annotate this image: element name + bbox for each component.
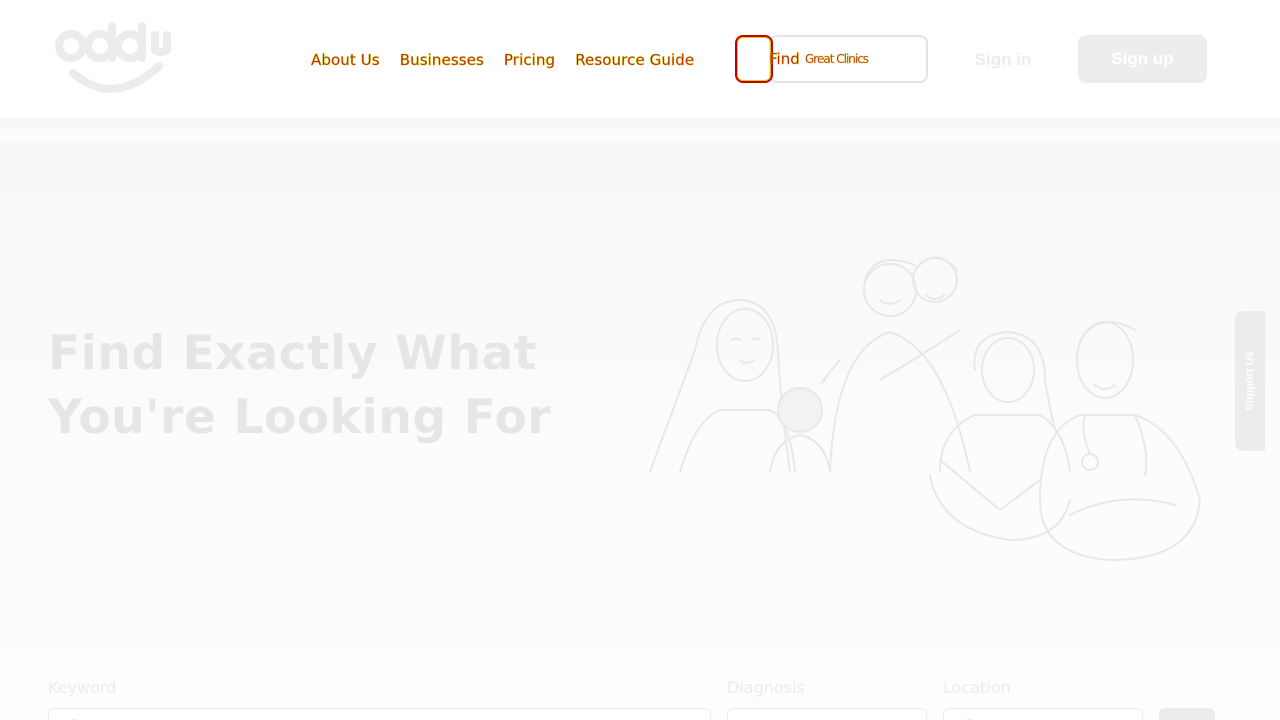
nav-resource-guide[interactable]: Resource Guide bbox=[575, 49, 695, 71]
find-button-label: Find bbox=[769, 50, 800, 69]
diagnosis-select[interactable] bbox=[727, 708, 927, 720]
logo[interactable] bbox=[55, 18, 173, 100]
location-input[interactable] bbox=[943, 708, 1143, 720]
support-us-label: Support Us bbox=[1244, 351, 1256, 411]
hero-title-line-1: Find Exactly What bbox=[48, 326, 537, 381]
people-group-illustration bbox=[640, 240, 1220, 570]
nav-pricing[interactable]: Pricing bbox=[504, 49, 556, 71]
keyword-input[interactable] bbox=[48, 708, 711, 720]
diagnosis-label: Diagnosis bbox=[727, 678, 805, 697]
nav-businesses[interactable]: Businesses bbox=[399, 49, 484, 71]
nav-about-us[interactable]: About Us bbox=[311, 49, 380, 71]
header-shadow bbox=[0, 118, 1280, 142]
keyword-label: Keyword bbox=[48, 678, 117, 697]
hero-title-line-2: You're Looking For bbox=[48, 390, 552, 445]
sign-up-button[interactable]: Sign up bbox=[1078, 35, 1207, 83]
sign-in-link[interactable]: Sign in bbox=[966, 48, 1040, 72]
find-button[interactable]: Find Great Clinics bbox=[735, 35, 928, 83]
location-label: Location bbox=[943, 678, 1011, 697]
site-header: About Us Businesses Pricing Resource Gui… bbox=[0, 0, 1280, 120]
find-button-highlight bbox=[735, 35, 773, 83]
hero-title: Find Exactly What You're Looking For bbox=[48, 322, 608, 450]
oddy-logo-icon bbox=[55, 22, 171, 93]
search-submit-button[interactable] bbox=[1159, 708, 1215, 720]
people-illustration-icon bbox=[649, 256, 1201, 561]
find-button-overlay-text: Great Clinics bbox=[805, 52, 869, 66]
main-nav: About Us Businesses Pricing Resource Gui… bbox=[311, 49, 695, 71]
